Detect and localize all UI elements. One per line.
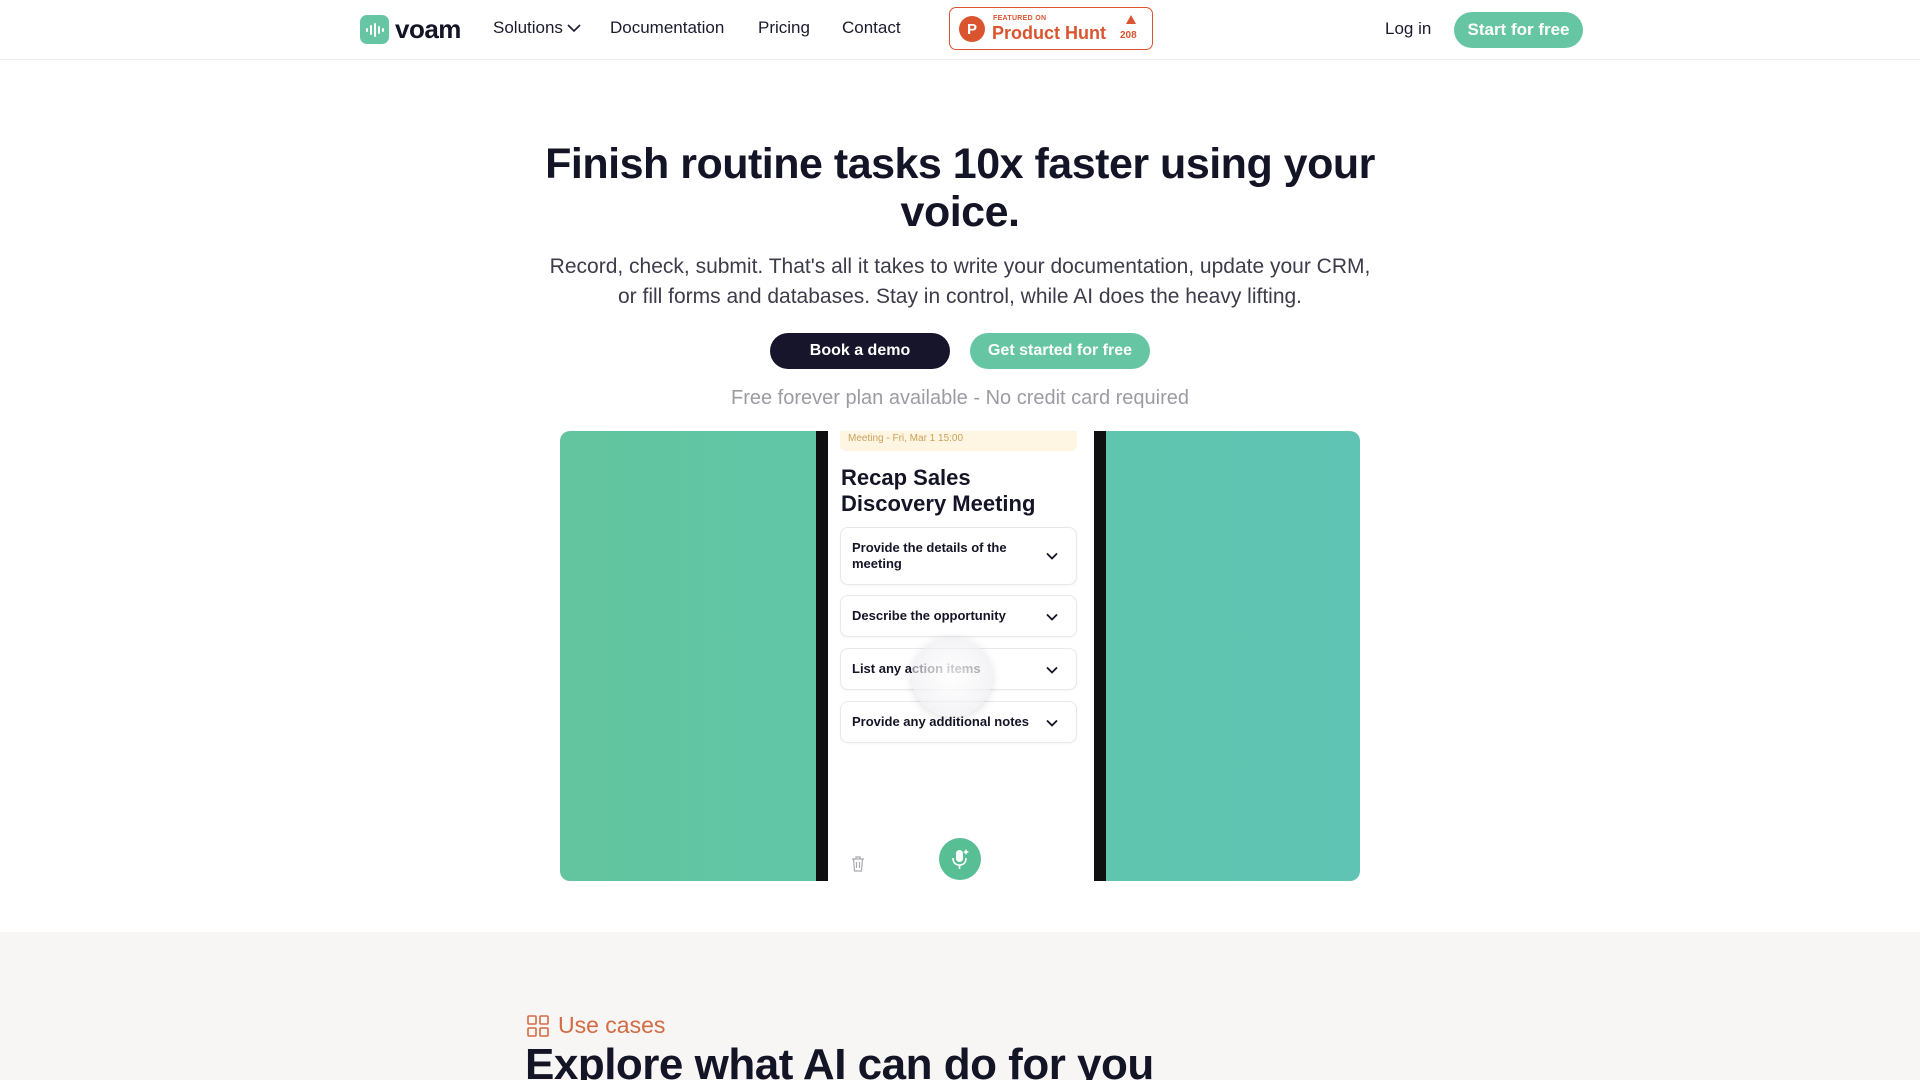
grid-icon bbox=[527, 1014, 549, 1037]
product-hunt-upvote-count: 208 bbox=[1120, 30, 1137, 41]
chevron-down-icon bbox=[1046, 552, 1058, 560]
use-cases-label-text: Use cases bbox=[558, 1012, 666, 1038]
product-hunt-icon: P bbox=[959, 16, 985, 42]
form-item-label: Provide the details of the meeting bbox=[852, 540, 1007, 571]
product-preview: Meeting - Fri, Mar 1 15:00 Recap Sales D… bbox=[560, 431, 1360, 881]
top-navigation: voam Solutions Documentation Pricing Con… bbox=[0, 0, 1920, 60]
microphone-icon bbox=[952, 849, 969, 869]
upvote-arrow-icon bbox=[1126, 15, 1136, 24]
logo-text: voam bbox=[395, 14, 461, 44]
product-hunt-name: Product Hunt bbox=[992, 23, 1106, 43]
phone-mockup: Meeting - Fri, Mar 1 15:00 Recap Sales D… bbox=[816, 431, 1106, 881]
chevron-down-icon bbox=[1046, 666, 1058, 674]
hero-title: Finish routine tasks 10x faster using yo… bbox=[545, 140, 1375, 236]
meeting-tag: Meeting - Fri, Mar 1 15:00 bbox=[840, 431, 1077, 451]
product-hunt-badge[interactable]: P FEATURED ON Product Hunt 208 bbox=[949, 7, 1153, 50]
login-link[interactable]: Log in bbox=[1385, 19, 1431, 39]
chevron-down-icon bbox=[1046, 719, 1058, 727]
form-title: Recap Sales Discovery Meeting bbox=[841, 465, 1036, 516]
form-item-meeting-details[interactable]: Provide the details of the meeting bbox=[840, 527, 1077, 585]
record-button[interactable] bbox=[939, 838, 981, 880]
nav-pricing[interactable]: Pricing bbox=[758, 18, 810, 38]
touch-indicator bbox=[912, 637, 992, 717]
get-started-button[interactable]: Get started for free bbox=[970, 333, 1150, 369]
use-cases-heading: Explore what AI can do for you bbox=[525, 1040, 1154, 1080]
nav-contact[interactable]: Contact bbox=[842, 18, 901, 38]
logo[interactable]: voam bbox=[360, 14, 461, 45]
trash-icon[interactable] bbox=[850, 855, 866, 873]
book-demo-button[interactable]: Book a demo bbox=[770, 333, 950, 369]
free-plan-note: Free forever plan available - No credit … bbox=[731, 387, 1189, 409]
hero-subtitle: Record, check, submit. That's all it tak… bbox=[549, 255, 1371, 308]
chevron-down-icon bbox=[567, 24, 581, 33]
logo-waveform-icon bbox=[360, 15, 389, 44]
form-item-label: Describe the opportunity bbox=[852, 608, 1006, 623]
nav-solutions-label: Solutions bbox=[493, 18, 563, 37]
product-hunt-featured-label: FEATURED ON bbox=[993, 15, 1047, 22]
start-for-free-button[interactable]: Start for free bbox=[1454, 12, 1583, 48]
nav-solutions[interactable]: Solutions bbox=[493, 18, 581, 38]
form-item-opportunity[interactable]: Describe the opportunity bbox=[840, 595, 1077, 637]
nav-documentation[interactable]: Documentation bbox=[610, 18, 724, 38]
form-item-label: Provide any additional notes bbox=[852, 714, 1029, 729]
use-cases-label: Use cases bbox=[527, 1012, 665, 1039]
phone-screen: Meeting - Fri, Mar 1 15:00 Recap Sales D… bbox=[828, 431, 1094, 881]
chevron-down-icon bbox=[1046, 613, 1058, 621]
